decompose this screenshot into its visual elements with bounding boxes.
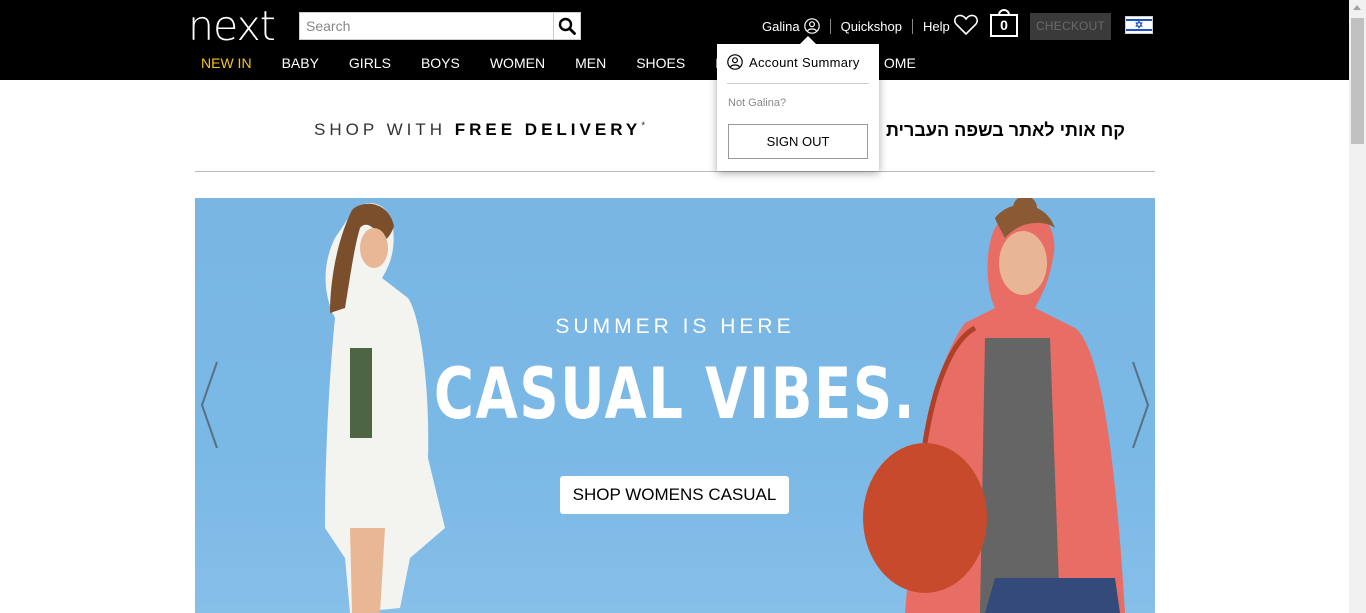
nav-new-in[interactable]: NEW IN xyxy=(201,55,252,71)
help-link[interactable]: Help xyxy=(923,19,950,34)
nav-men[interactable]: MEN xyxy=(575,55,606,71)
user-icon[interactable] xyxy=(803,18,820,34)
hero-banner[interactable]: SUMMER IS HERE CASUAL VIBES. SHOP WOMENS… xyxy=(195,198,1155,613)
nav-shoes[interactable]: SHOES xyxy=(636,55,685,71)
nav-baby[interactable]: BABY xyxy=(282,55,319,71)
shopping-bag-icon[interactable]: 0 xyxy=(990,9,1018,37)
account-summary-link[interactable]: Account Summary xyxy=(727,54,860,70)
checkout-button[interactable]: CHECKOUT xyxy=(1030,13,1111,40)
scroll-up-icon[interactable] xyxy=(1353,5,1361,10)
divider xyxy=(727,83,869,84)
divider xyxy=(829,18,831,34)
top-links: Galina Quickshop Help xyxy=(762,14,950,38)
nav-women[interactable]: WOMEN xyxy=(490,55,545,71)
user-icon xyxy=(727,54,743,70)
delivery-prefix: SHOP WITH xyxy=(314,120,455,139)
heart-icon[interactable] xyxy=(953,13,979,37)
search-box xyxy=(299,12,581,40)
dropdown-caret xyxy=(800,36,816,44)
search-input[interactable] xyxy=(300,13,553,39)
delivery-bold: FREE DELIVERY xyxy=(454,120,642,139)
delivery-asterisk: * xyxy=(641,120,650,132)
not-user-link[interactable]: Not Galina? xyxy=(728,97,786,109)
account-summary-label: Account Summary xyxy=(749,54,860,70)
hebrew-site-link[interactable]: קח אותי לאתר בשפה העברית xyxy=(886,120,1125,141)
scroll-thumb[interactable] xyxy=(1351,18,1364,144)
quickshop-link[interactable]: Quickshop xyxy=(841,19,902,34)
nav-girls[interactable]: GIRLS xyxy=(349,55,391,71)
sign-out-button[interactable]: SIGN OUT xyxy=(728,124,868,159)
site-header: next Galina Quickshop Help 0 xyxy=(0,0,1349,80)
search-button[interactable] xyxy=(553,13,580,39)
free-delivery-banner[interactable]: SHOP WITH FREE DELIVERY* xyxy=(314,120,649,140)
nav-home[interactable]: OME xyxy=(884,55,916,71)
search-icon xyxy=(558,17,576,35)
banner-title: CASUAL VIBES. xyxy=(433,353,917,435)
carousel-next-icon[interactable] xyxy=(1129,360,1151,450)
user-name-link[interactable]: Galina xyxy=(762,19,800,34)
bag-count: 0 xyxy=(990,14,1018,37)
divider xyxy=(195,171,1155,172)
shop-womens-casual-button[interactable]: SHOP WOMENS CASUAL xyxy=(560,476,789,514)
carousel-prev-icon[interactable] xyxy=(199,360,221,450)
israel-flag-icon[interactable] xyxy=(1125,16,1153,34)
banner-subtitle: SUMMER IS HERE xyxy=(555,315,795,338)
nav-boys[interactable]: BOYS xyxy=(421,55,460,71)
page-scrollbar[interactable] xyxy=(1349,0,1366,613)
next-logo[interactable]: next xyxy=(188,4,276,48)
account-dropdown: Account Summary Not Galina? SIGN OUT xyxy=(717,36,879,171)
divider xyxy=(912,18,913,34)
